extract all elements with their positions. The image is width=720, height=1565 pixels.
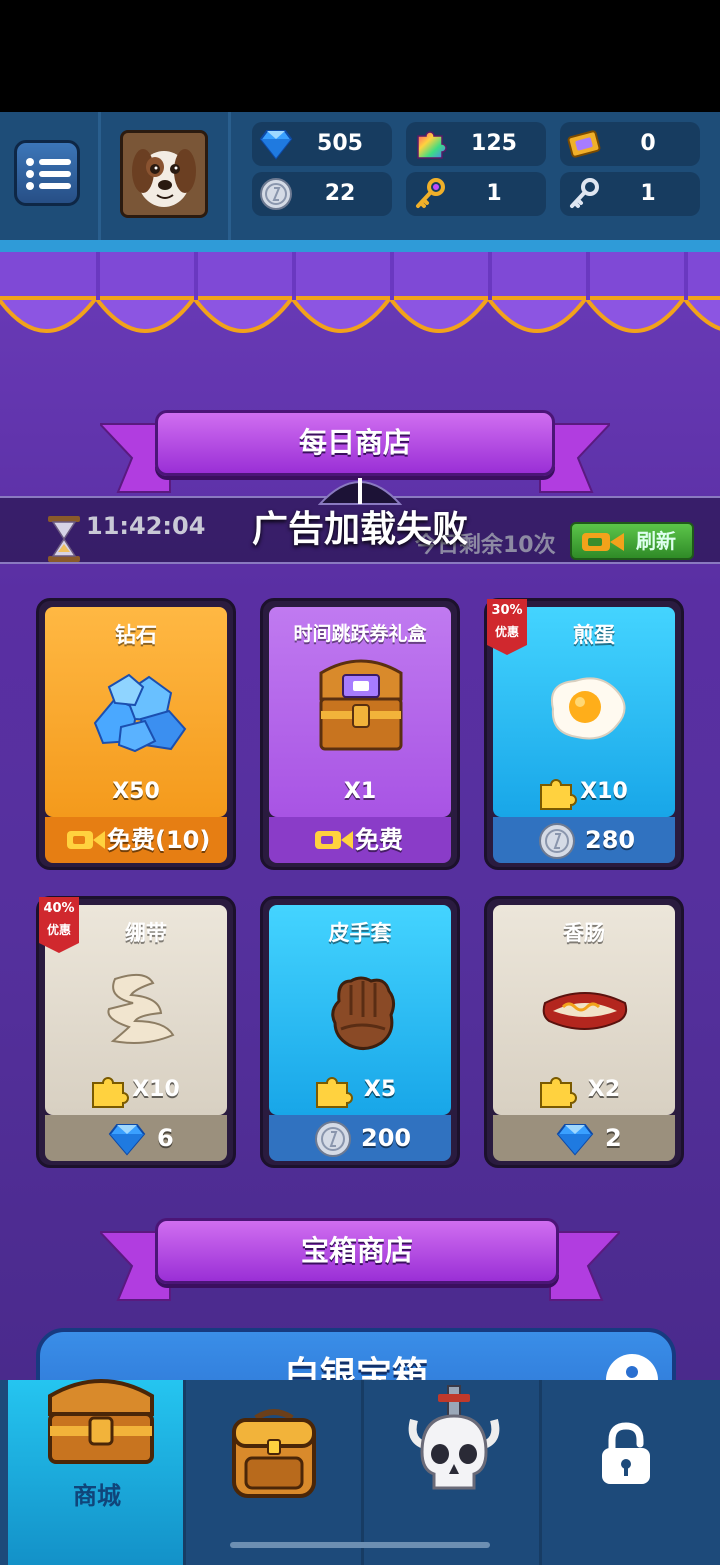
skull-sword-icon bbox=[408, 1385, 500, 1490]
diamond-counter[interactable]: 505 bbox=[252, 122, 392, 166]
leather-glove-icon bbox=[331, 976, 396, 1050]
gold-key-icon bbox=[416, 178, 445, 208]
shop-item-bandage[interactable]: 绷带 X10 6 40% 优惠 bbox=[36, 896, 236, 1168]
backpack-icon bbox=[232, 1409, 316, 1498]
menu-dot bbox=[26, 182, 34, 190]
lock-icon bbox=[602, 1422, 650, 1484]
chest-shop-banner: 宝箱商店 bbox=[100, 1218, 620, 1308]
shop-item-fried-egg[interactable]: 煎蛋 X10 280 30% 优惠 bbox=[484, 598, 684, 870]
dog-avatar-icon bbox=[123, 133, 205, 215]
puzzle-counter[interactable]: 125 bbox=[406, 122, 546, 166]
discount-percent: 30% bbox=[491, 603, 523, 618]
tab-locked[interactable] bbox=[542, 1380, 720, 1565]
avatar[interactable] bbox=[120, 130, 208, 218]
chest-shop-title: 宝箱商店 bbox=[300, 1234, 413, 1267]
item-quantity: X5 bbox=[363, 1077, 397, 1102]
item-price: 280 bbox=[585, 826, 636, 854]
silver-coin-icon bbox=[539, 823, 575, 859]
video-ad-icon bbox=[67, 831, 105, 849]
silver-key-icon bbox=[570, 178, 599, 208]
discount-percent: 40% bbox=[43, 901, 75, 916]
home-indicator bbox=[230, 1542, 490, 1548]
item-price: 6 bbox=[157, 1124, 174, 1152]
shop-item-sausage[interactable]: 香肠 X2 2 bbox=[484, 896, 684, 1168]
discount-badge: 40% 优惠 bbox=[39, 897, 79, 953]
item-price-button[interactable]: 6 bbox=[45, 1115, 227, 1161]
item-name: 时间跳跃券礼盒 bbox=[293, 623, 427, 645]
menu-dot bbox=[26, 170, 34, 178]
menu-icon bbox=[26, 158, 34, 166]
silver-key-counter[interactable]: 1 bbox=[560, 172, 700, 216]
ad-load-failed-toast: 广告加载失败 bbox=[251, 509, 468, 550]
item-price: 200 bbox=[361, 1124, 412, 1152]
gold-key-counter[interactable]: 1 bbox=[406, 172, 546, 216]
top-bar-strip bbox=[0, 240, 720, 252]
tab-shop-label: 商城 bbox=[73, 1482, 121, 1510]
puzzle-piece-icon bbox=[417, 131, 447, 159]
menu-line bbox=[39, 159, 71, 165]
divider bbox=[98, 112, 101, 240]
treasure-chest-icon bbox=[48, 1379, 154, 1464]
silver-coin-icon bbox=[315, 1121, 351, 1157]
menu-button[interactable] bbox=[14, 140, 80, 206]
item-price-button[interactable]: 免费(10) bbox=[45, 817, 227, 863]
puzzle-count: 125 bbox=[471, 131, 517, 156]
ticket-count: 0 bbox=[640, 131, 656, 156]
sausage-icon bbox=[542, 992, 628, 1030]
item-name: 香肠 bbox=[563, 921, 605, 945]
treasure-chest-icon bbox=[319, 659, 403, 751]
item-name: 皮手套 bbox=[328, 921, 392, 945]
diamond-count: 505 bbox=[317, 131, 363, 156]
item-quantity: X10 bbox=[580, 779, 628, 804]
menu-line bbox=[39, 171, 71, 177]
discount-label: 优惠 bbox=[494, 625, 519, 639]
tab-backpack[interactable] bbox=[186, 1380, 364, 1565]
item-name: 钻石 bbox=[115, 623, 157, 647]
item-quantity: X50 bbox=[112, 779, 160, 804]
diamond-icon bbox=[108, 1124, 146, 1156]
diamond-pile-icon bbox=[93, 673, 187, 753]
item-price-button[interactable]: 免费 bbox=[269, 817, 451, 863]
banner-body: 宝箱商店 bbox=[155, 1218, 559, 1284]
item-price: 免费(10) bbox=[107, 826, 211, 854]
shop-item-diamonds[interactable]: 钻石 X50 免费(10) bbox=[36, 598, 236, 870]
silver-key-count: 1 bbox=[640, 181, 656, 206]
menu-line bbox=[39, 183, 71, 189]
diamond-icon bbox=[259, 130, 293, 160]
item-quantity: X2 bbox=[587, 1077, 621, 1102]
diamond-icon bbox=[556, 1124, 594, 1156]
tab-battle[interactable] bbox=[364, 1380, 542, 1565]
tab-shop[interactable]: 商城 bbox=[8, 1379, 186, 1565]
video-ad-icon bbox=[315, 831, 353, 849]
awning-decoration bbox=[0, 252, 720, 333]
silver-coin-count: 22 bbox=[324, 181, 356, 206]
item-price-button[interactable]: 2 bbox=[493, 1115, 675, 1161]
gold-key-count: 1 bbox=[486, 181, 502, 206]
discount-label: 优惠 bbox=[46, 923, 71, 937]
shop-item-leather-gloves[interactable]: 皮手套 X5 200 bbox=[260, 896, 460, 1168]
item-quantity: X10 bbox=[132, 1077, 180, 1102]
divider bbox=[228, 112, 231, 240]
item-price: 2 bbox=[605, 1124, 622, 1152]
item-quantity: X1 bbox=[343, 779, 377, 804]
status-bar bbox=[0, 0, 720, 112]
bandage-icon bbox=[107, 973, 175, 1044]
shop-item-time-ticket-box[interactable]: 时间跳跃券礼盒 X1 免费 bbox=[260, 598, 460, 870]
ticket-counter[interactable]: 0 bbox=[560, 122, 700, 166]
daily-shop-title: 每日商店 bbox=[298, 426, 411, 459]
item-price-button[interactable]: 280 bbox=[493, 817, 675, 863]
item-price: 免费 bbox=[355, 826, 403, 854]
discount-badge: 30% 优惠 bbox=[487, 599, 527, 655]
silver-coin-icon bbox=[260, 178, 292, 210]
silver-coin-counter[interactable]: 22 bbox=[252, 172, 392, 216]
fried-egg-icon bbox=[551, 677, 626, 740]
time-ticket-icon bbox=[567, 130, 601, 158]
item-price-button[interactable]: 200 bbox=[269, 1115, 451, 1161]
